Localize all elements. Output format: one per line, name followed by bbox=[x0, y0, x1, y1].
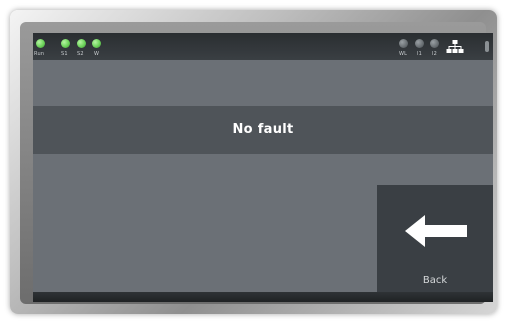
status-led-s1 bbox=[61, 39, 70, 48]
status-led-i1 bbox=[415, 39, 424, 48]
status-led-w bbox=[92, 39, 101, 48]
status-led-s2 bbox=[77, 39, 86, 48]
status-led-s2-label: S2 bbox=[77, 51, 84, 57]
back-button[interactable]: Back bbox=[377, 185, 493, 302]
back-button-label: Back bbox=[422, 275, 448, 286]
status-led-i2 bbox=[430, 39, 439, 48]
status-led-i2-label: I2 bbox=[432, 51, 438, 57]
display-screen: Run S1 S2 W WL I1 I2 No fault Back bbox=[33, 33, 493, 302]
status-led-wl-label: WL bbox=[399, 51, 408, 57]
scroll-indicator-icon bbox=[485, 41, 489, 52]
fault-message: No fault bbox=[232, 122, 294, 137]
network-icon bbox=[446, 40, 464, 53]
arrow-left-icon bbox=[405, 215, 467, 247]
status-led-s1-label: S1 bbox=[61, 51, 68, 57]
status-bar: Run S1 S2 W WL I1 I2 bbox=[33, 33, 493, 60]
status-led-i1-label: I1 bbox=[417, 51, 423, 57]
status-led-run-label: Run bbox=[34, 51, 45, 57]
screen-bottom-strip bbox=[33, 292, 493, 302]
status-led-wl bbox=[399, 39, 408, 48]
status-led-w-label: W bbox=[94, 51, 100, 57]
status-led-run bbox=[36, 39, 45, 48]
